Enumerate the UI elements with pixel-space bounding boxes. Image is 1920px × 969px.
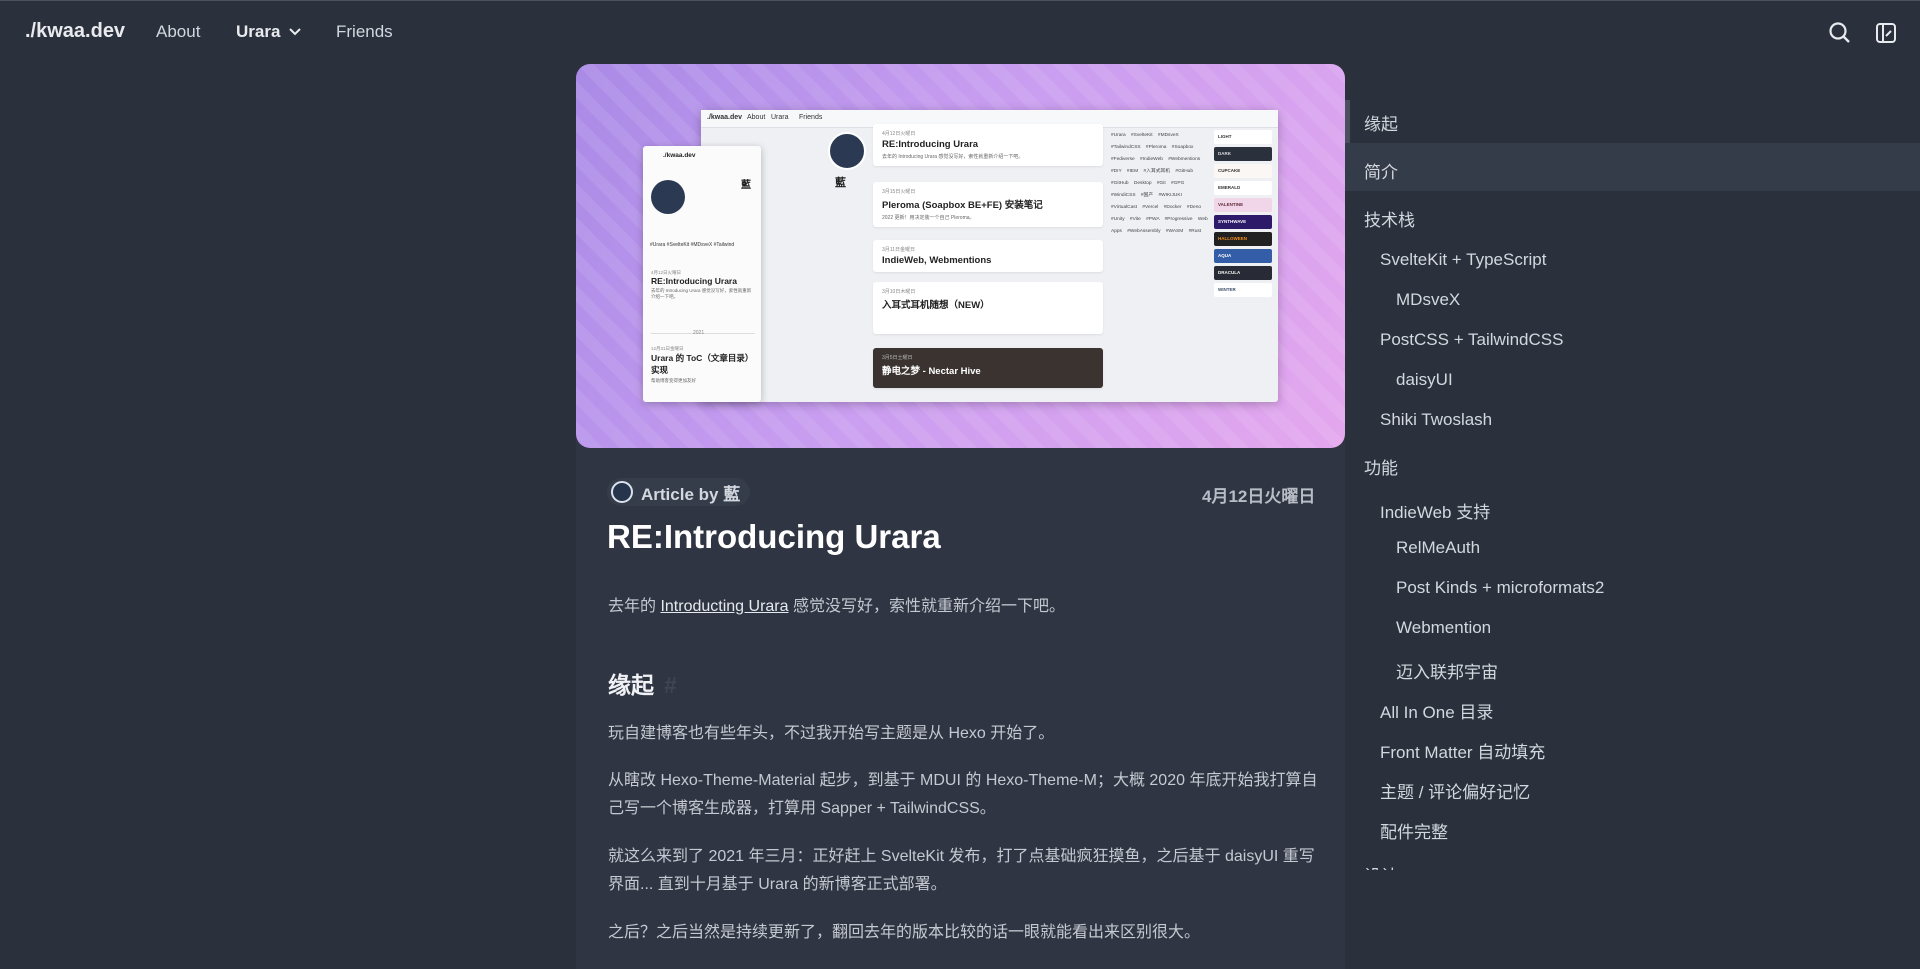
hero-mobile-avatar xyxy=(651,180,685,214)
hero-shot-theme-list: LIGHT DARK CUPCAKE EMERALD VALENTINE SYN… xyxy=(1214,130,1272,300)
hero-shot-post: 3月15日火曜日 Pleroma (Soapbox BE+FE) 安装笔记 20… xyxy=(873,182,1103,227)
hero-shot-post-title: 入耳式耳机随想（NEW） xyxy=(882,300,990,311)
hero-shot-theme: CUPCAKE xyxy=(1214,164,1272,178)
hero-shot-post-summary: 去年的 Introducing Urara 感觉没写好，索性就重新介绍一下吧。 xyxy=(882,154,1024,160)
hero-shot-brand: ./kwaa.dev xyxy=(707,114,743,121)
hero-mobile-post: 12月31日金曜日 Urara 的 ToC（文章目录）实现 帮助博客变得更加友好 xyxy=(651,346,755,384)
hero-shot-theme: WINTER xyxy=(1214,283,1272,297)
hero-shot-theme: VALENTINE xyxy=(1214,198,1272,212)
hero-shot-name: 藍 xyxy=(835,177,846,189)
lead-suffix: 感觉没写好，索性就重新介绍一下吧。 xyxy=(788,598,1065,615)
toc-item[interactable]: MDsveX xyxy=(1396,290,1460,310)
toc-item[interactable]: SvelteKit + TypeScript xyxy=(1380,250,1546,270)
post-date-link[interactable]: 4月12日火曜日 xyxy=(1202,482,1315,507)
introducing-urara-link[interactable]: Introducting Urara xyxy=(660,598,788,615)
paragraph: 就这么来到了 2021 年三月：正好赶上 SvelteKit 发布，打了点基础疯… xyxy=(608,848,1315,893)
toc-item[interactable]: PostCSS + TailwindCSS xyxy=(1380,330,1563,350)
hero-shot-post-summary: 2022 更新！用决定装一个自己 Pleroma。 xyxy=(882,215,975,221)
hero-shot-avatar xyxy=(828,132,866,170)
hero-shot-tags: #Urara #SvelteKit #MDsveX #TailwindCSS #… xyxy=(1111,133,1208,234)
toc-item[interactable]: 配件完整 xyxy=(1380,818,1448,843)
hero-shot-post-date: 3月10日木曜日 xyxy=(882,289,916,295)
toc-item[interactable]: Webmention xyxy=(1396,618,1491,638)
chevron-down-icon xyxy=(289,28,302,36)
paragraph: 之后？之后当然是持续更新了，翻回去年的版本比较的话一眼就能看出来区别很大。 xyxy=(608,924,1201,941)
hero-shot-post-date: 3月15日火曜日 xyxy=(882,189,916,195)
toc-item[interactable]: 设计 xyxy=(1364,862,1398,870)
section-heading-origin: 缘起 # xyxy=(608,666,677,700)
hero-shot-post: 3月11日金曜日 IndieWeb, Webmentions xyxy=(873,240,1103,272)
hero-mobile-brand: ./kwaa.dev xyxy=(663,152,696,159)
hero-shot-theme: DRACULA xyxy=(1214,266,1272,280)
hero-mobile-screenshot: ./kwaa.dev 藍 #Urara #SvelteKit #MDsveX #… xyxy=(643,146,761,402)
toc-item[interactable]: 主题 / 评论偏好记忆 xyxy=(1380,778,1530,803)
hero-desktop-screenshot: ./kwaa.dev About Urara Friends 藍 4月12日火曜… xyxy=(701,110,1278,402)
hero-image: ./kwaa.dev About Urara Friends 藍 4月12日火曜… xyxy=(576,64,1345,448)
author-avatar xyxy=(611,481,633,503)
hero-shot-theme: EMERALD xyxy=(1214,181,1272,195)
toc-item[interactable]: 迈入联邦宇宙 xyxy=(1396,658,1498,683)
hero-shot-theme: DARK xyxy=(1214,147,1272,161)
search-button[interactable] xyxy=(1826,19,1854,47)
toc-item[interactable]: Post Kinds + microformats2 xyxy=(1396,578,1604,598)
toc-item[interactable]: Shiki Twoslash xyxy=(1380,410,1492,430)
hero-mobile-post-title: Urara 的 ToC（文章目录）实现 xyxy=(651,353,754,375)
site-brand-link[interactable]: ./kwaa.dev xyxy=(25,20,125,43)
lead-prefix: 去年的 xyxy=(608,598,661,615)
hero-shot-post: 4月12日火曜日 RE:Introducing Urara 去年的 Introd… xyxy=(873,124,1103,166)
nav-friends-link[interactable]: Friends xyxy=(336,22,393,42)
palette-icon xyxy=(1876,23,1896,43)
hero-shot-urara: Urara xyxy=(771,114,789,121)
hero-shot-theme: AQUA xyxy=(1214,249,1272,263)
hero-mobile-year: 2021 xyxy=(693,330,705,336)
toc-active-highlight xyxy=(1345,143,1920,191)
hero-mobile-tags: #Urara #SvelteKit #MDsveX #Tailwind xyxy=(650,242,735,248)
toc-item[interactable]: 缘起 xyxy=(1364,110,1398,135)
table-of-contents: 缘起 简介 技术栈 SvelteKit + TypeScript MDsveX … xyxy=(1345,100,1920,870)
toc-item[interactable]: Front Matter 自动填充 xyxy=(1380,738,1545,763)
toc-item[interactable]: 技术栈 xyxy=(1364,206,1415,231)
theme-button[interactable] xyxy=(1872,19,1900,47)
hero-shot-post-title: RE:Introducing Urara xyxy=(882,139,979,150)
hero-mobile-name: 藍 xyxy=(741,180,751,191)
hero-mobile-post-summary: 帮助博客变得更加友好 xyxy=(651,378,696,383)
heading-anchor-link[interactable]: # xyxy=(664,672,677,698)
hero-mobile-post-title: RE:Introducing Urara xyxy=(651,276,737,286)
hero-shot-post-title: Pleroma (Soapbox BE+FE) 安装笔记 xyxy=(882,200,1043,211)
hero-shot-about: About xyxy=(747,114,766,121)
toc-item[interactable]: All In One 目录 xyxy=(1380,698,1493,723)
navbar: ./kwaa.dev About Urara Friends xyxy=(0,0,1920,64)
hero-shot-theme: HALLOWEEN xyxy=(1214,232,1272,246)
post-lead: 去年的 Introducting Urara 感觉没写好，索性就重新介绍一下吧。 xyxy=(608,592,1065,616)
toc-item[interactable]: RelMeAuth xyxy=(1396,538,1480,558)
hero-shot-post-title: IndieWeb, Webmentions xyxy=(882,255,992,266)
paragraph: 从瞎改 Hexo-Theme-Material 起步，到基于 MDUI 的 He… xyxy=(608,772,1318,817)
toc-item[interactable]: IndieWeb 支持 xyxy=(1380,498,1490,523)
nav-about-link[interactable]: About xyxy=(156,22,200,42)
post-title: RE:Introducing Urara xyxy=(607,518,941,555)
hero-shot-post-date: 3月5日土曜日 xyxy=(882,355,913,361)
hero-shot-post-date: 3月11日金曜日 xyxy=(882,247,915,253)
hero-shot-friends: Friends xyxy=(799,114,823,121)
hero-shot-post: 3月10日木曜日 入耳式耳机随想（NEW） xyxy=(873,282,1103,334)
hero-shot-post-title: 静电之梦 - Nectar Hive xyxy=(882,366,981,377)
nav-urara-label: Urara xyxy=(236,22,281,41)
search-icon xyxy=(1829,22,1850,43)
section-heading-text: 缘起 xyxy=(608,672,654,698)
toc-item[interactable]: daisyUI xyxy=(1396,370,1453,390)
paragraph: 玩自建博客也有些年头，不过我开始写主题是从 Hexo 开始了。 xyxy=(608,725,1055,742)
hero-mobile-post: 4月12日火曜日 RE:Introducing Urara 去年的 Introd… xyxy=(651,270,755,300)
hero-shot-theme: SYNTHWAVE xyxy=(1214,215,1272,229)
author-byline[interactable]: Article by 藍 xyxy=(607,478,751,506)
hero-shot-post: 3月5日土曜日 静电之梦 - Nectar Hive xyxy=(873,348,1103,388)
toc-item[interactable]: 功能 xyxy=(1364,454,1398,479)
author-byline-text: Article by 藍 xyxy=(641,484,741,504)
hero-shot-theme: LIGHT xyxy=(1214,130,1272,144)
hero-shot-post-date: 4月12日火曜日 xyxy=(882,131,916,137)
toc-item[interactable]: 简介 xyxy=(1364,158,1398,183)
nav-urara-dropdown[interactable]: Urara xyxy=(236,22,302,42)
hero-mobile-post-summary: 去年的 Introducing Urara 感觉没写好，索性就重新介绍一下吧。 xyxy=(651,288,752,299)
